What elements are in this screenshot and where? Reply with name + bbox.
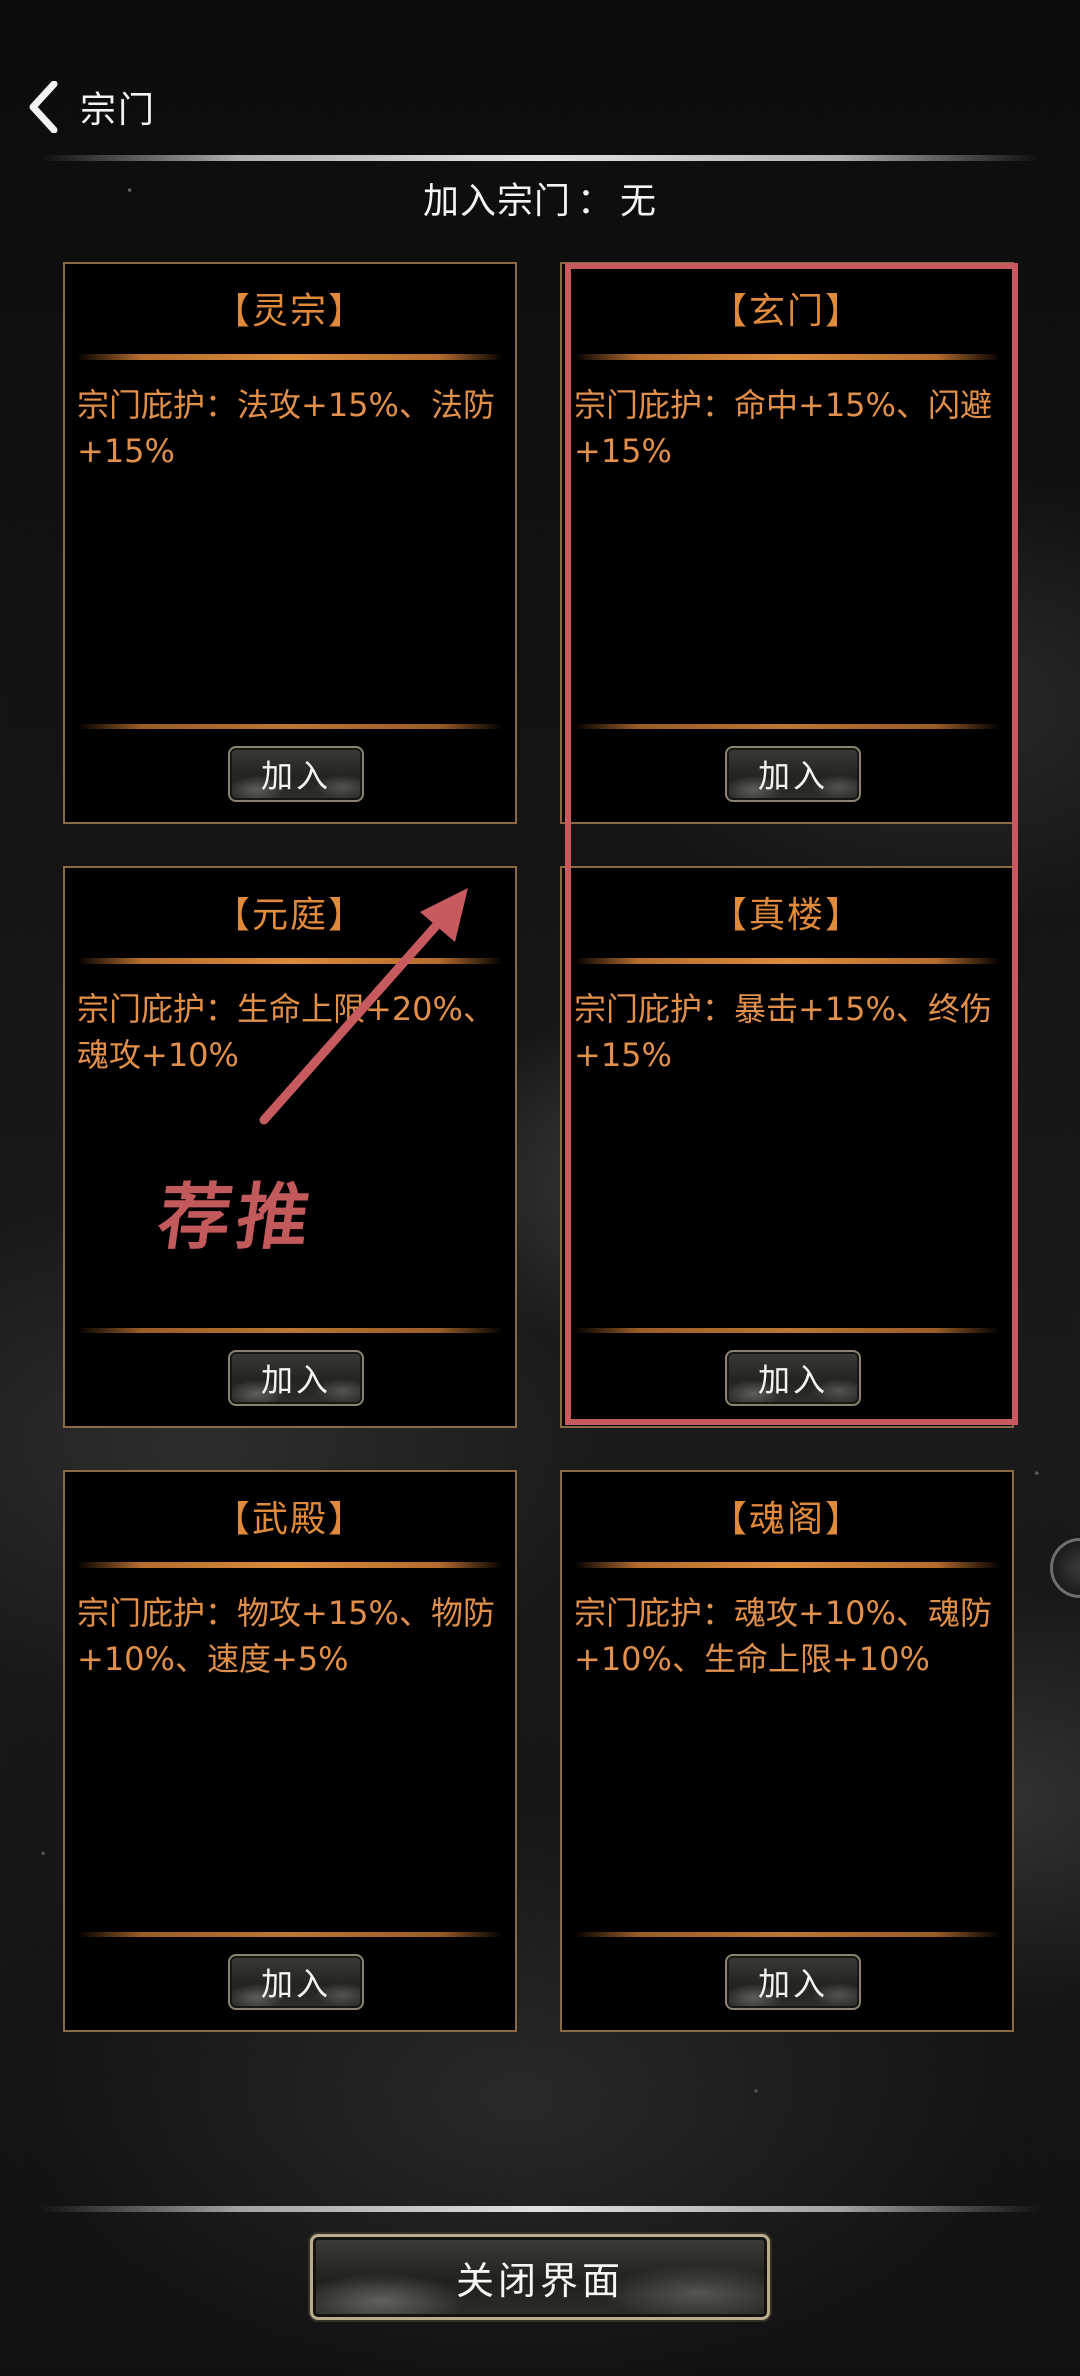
joined-sect-value: 无 [620,181,658,222]
sect-card-yuanting: 【元庭】 宗门庇护：生命上限+20%、魂攻+10% 加入 [63,866,517,1428]
side-handle-icon[interactable] [1050,1538,1080,1598]
page-title: 宗门 [80,90,157,131]
join-button[interactable]: 加入 [725,1350,861,1406]
card-divider [574,1562,1000,1568]
sect-name: 【真楼】 [710,895,863,936]
sect-bonus-text: 宗门庇护：法攻+15%、法防+15% [77,386,495,470]
sect-bonus-text: 宗门庇护：魂攻+10%、魂防+10%、生命上限+10% [574,1594,992,1678]
card-divider [77,958,503,964]
join-button[interactable]: 加入 [725,746,861,802]
card-divider [77,354,503,360]
joined-sect-label: 加入宗门 [422,181,571,222]
card-divider [574,1328,1000,1333]
bottom-divider [40,2206,1040,2212]
sect-bonus-text: 宗门庇护：命中+15%、闪避+15% [574,386,992,470]
sect-card-xuanmen: 【玄门】 宗门庇护：命中+15%、闪避+15% 加入 [560,262,1014,824]
sect-bonus-text: 宗门庇护：物攻+15%、物防+10%、速度+5% [77,1594,495,1678]
sect-card-hunge: 【魂阁】 宗门庇护：魂攻+10%、魂防+10%、生命上限+10% 加入 [560,1470,1014,2032]
top-divider [40,155,1040,161]
card-divider [77,1562,503,1568]
card-divider [574,354,1000,360]
card-divider [574,724,1000,729]
joined-sect-status: 加入宗门：无 [0,172,1080,224]
joined-sect-separator: ： [576,181,614,222]
sect-name: 【武殿】 [213,1499,366,1540]
card-divider [77,1328,503,1333]
card-divider [77,724,503,729]
header: 宗门 [0,60,1080,150]
join-button[interactable]: 加入 [228,746,364,802]
back-button[interactable]: 宗门 [28,72,258,142]
sect-bonus-text: 宗门庇护：暴击+15%、终伤+15% [574,990,992,1074]
chevron-left-icon [29,81,58,133]
sect-card-lingzong: 【灵宗】 宗门庇护：法攻+15%、法防+15% 加入 [63,262,517,824]
sect-name: 【魂阁】 [710,1499,863,1540]
sect-name: 【元庭】 [213,895,366,936]
join-button[interactable]: 加入 [228,1350,364,1406]
card-divider [574,1932,1000,1937]
join-button[interactable]: 加入 [725,1954,861,2010]
sect-bonus-text: 宗门庇护：生命上限+20%、魂攻+10% [77,990,495,1074]
card-divider [77,1932,503,1937]
sect-card-wudian: 【武殿】 宗门庇护：物攻+15%、物防+10%、速度+5% 加入 [63,1470,517,2032]
recommend-annotation: 荐推 [153,1174,322,1259]
join-button[interactable]: 加入 [228,1954,364,2010]
close-button[interactable]: 关闭界面 [310,2234,770,2320]
sect-name: 【玄门】 [710,291,863,332]
sect-card-zhenlou: 【真楼】 宗门庇护：暴击+15%、终伤+15% 加入 [560,866,1014,1428]
sect-name: 【灵宗】 [213,291,366,332]
card-divider [574,958,1000,964]
